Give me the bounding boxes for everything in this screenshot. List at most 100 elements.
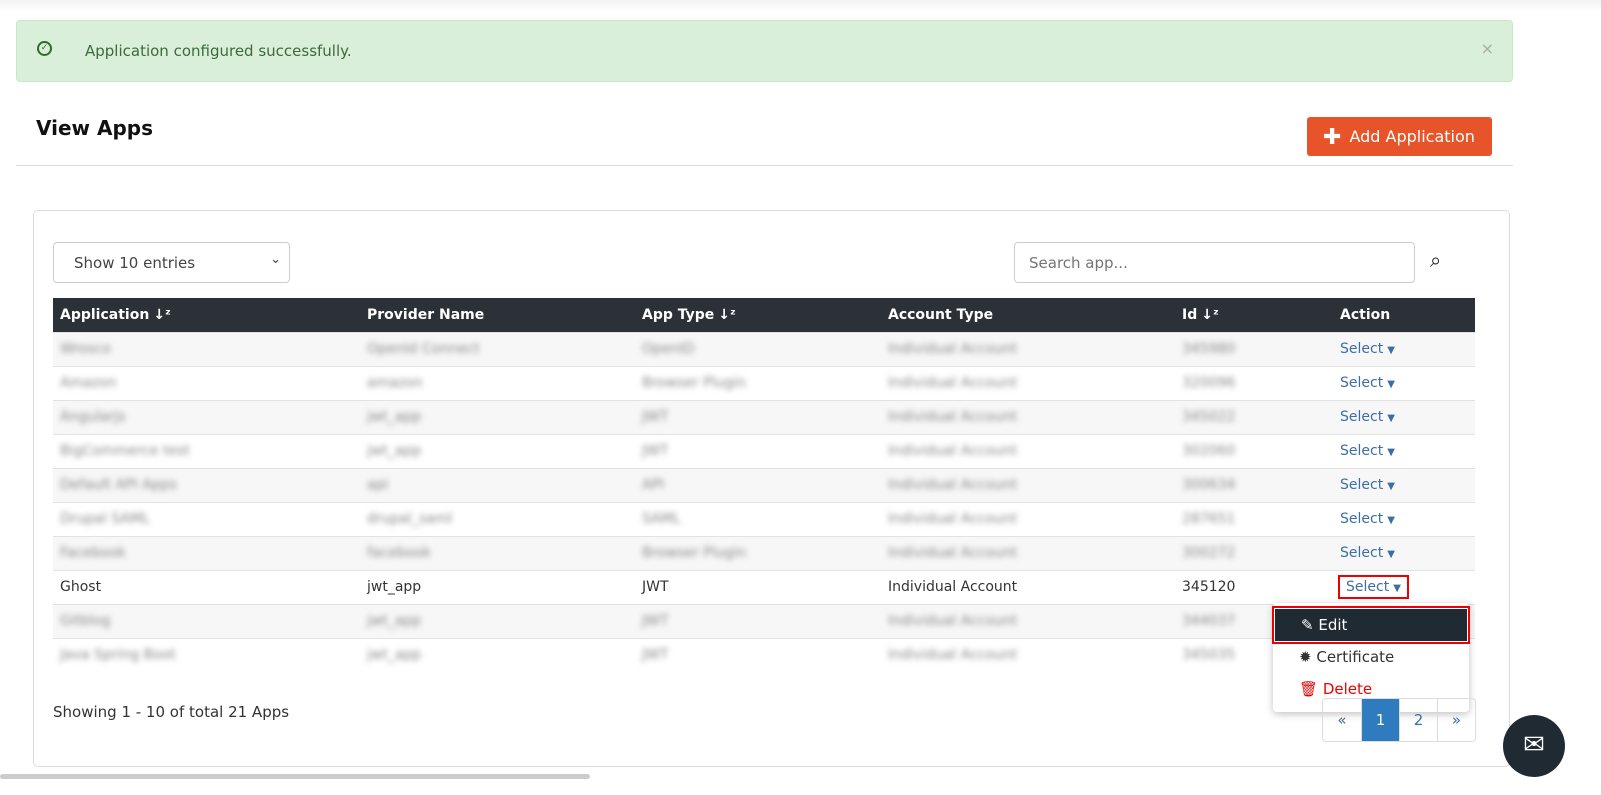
- top-shade: [0, 0, 1601, 12]
- cell-app: BigCommerce test: [53, 433, 360, 468]
- horizontal-scrollbar[interactable]: [0, 774, 590, 779]
- caret-down-icon: ▼: [1387, 549, 1395, 560]
- cell-account: Individual Account: [881, 501, 1175, 536]
- cell-account: Individual Account: [881, 331, 1175, 366]
- cell-provider: amazon: [360, 365, 635, 400]
- cell-action: Select▼: [1333, 501, 1475, 536]
- add-application-button[interactable]: ✚ Add Application: [1307, 117, 1492, 156]
- cell-account: Individual Account: [881, 603, 1175, 638]
- cell-id: 320096: [1175, 365, 1333, 400]
- cell-id: 302060: [1175, 433, 1333, 468]
- check-circle-icon: ✓: [37, 41, 52, 56]
- search-input[interactable]: [1014, 242, 1415, 283]
- cell-text: Wrosco: [60, 341, 111, 357]
- cell-provider: drupal_saml: [360, 501, 635, 536]
- page-prev[interactable]: «: [1323, 699, 1361, 741]
- plus-icon: ✚: [1323, 125, 1342, 150]
- cell-text: JWT: [642, 613, 669, 629]
- cell-id: 300272: [1175, 535, 1333, 570]
- table-row: Angularjs jwt_app JWT Individual Account 345…: [53, 399, 1475, 434]
- cell-text: 345022: [1182, 409, 1236, 425]
- menu-item-certificate[interactable]: ✹ Certificate: [1273, 641, 1469, 673]
- cell-text: Individual Account: [888, 545, 1018, 561]
- cell-account: Individual Account: [881, 433, 1175, 468]
- cell-action: Select▼: [1333, 365, 1475, 400]
- select-action-dropdown[interactable]: Select▼: [1340, 341, 1395, 357]
- select-action-dropdown[interactable]: Select▼: [1340, 545, 1395, 561]
- cell-app: Default API Apps: [53, 467, 360, 502]
- cell-text: JWT: [642, 443, 669, 459]
- pagination-info: Showing 1 - 10 of total 21 Apps: [53, 703, 290, 721]
- sort-icon[interactable]: ↓ᶻ: [1201, 307, 1219, 323]
- column-header[interactable]: App Type ↓ᶻ: [635, 298, 881, 332]
- delete-label: Delete: [1322, 680, 1373, 698]
- select-action-dropdown[interactable]: Select▼: [1340, 375, 1395, 391]
- column-header: Account Type: [881, 298, 1175, 332]
- cell-action: Select▼: [1333, 467, 1475, 502]
- cell-text: Amazon: [60, 375, 117, 391]
- select-label: Select: [1340, 443, 1384, 459]
- cell-id: 345980: [1175, 331, 1333, 366]
- menu-item-edit[interactable]: ✎ Edit: [1272, 606, 1470, 644]
- edit-icon: ✎: [1301, 616, 1319, 634]
- cell-account: Individual Account: [881, 535, 1175, 570]
- caret-down-icon: ▼: [1387, 413, 1395, 424]
- cell-app: Gitblog: [53, 603, 360, 638]
- action-dropdown-menu: ✎ Edit ✹ Certificate 🗑 Delete: [1272, 603, 1470, 712]
- search-icon[interactable]: ⌕: [1430, 248, 1441, 272]
- cell-text: JWT: [642, 579, 669, 595]
- caret-down-icon: ▼: [1387, 345, 1395, 356]
- chevron-down-icon: ⌄: [270, 252, 281, 267]
- table-row: Amazon amazon Browser Plugin Individual Acc…: [53, 365, 1475, 400]
- cell-text: Individual Account: [888, 511, 1018, 527]
- page-title: View Apps: [36, 116, 154, 140]
- select-action-dropdown[interactable]: Select▼: [1340, 409, 1395, 425]
- cell-type: JWT: [635, 637, 881, 672]
- cell-provider: jwt_app: [360, 433, 635, 468]
- column-header: Provider Name: [360, 298, 635, 332]
- cell-text: 344037: [1182, 613, 1236, 629]
- column-header: Action: [1333, 298, 1475, 332]
- mail-chat-button[interactable]: ✉: [1503, 715, 1565, 777]
- close-icon[interactable]: ×: [1481, 39, 1494, 58]
- cell-app: Facebook: [53, 535, 360, 570]
- alert-message: Application configured successfully.: [85, 42, 352, 60]
- cell-id: 345022: [1175, 399, 1333, 434]
- cell-text: JWT: [642, 409, 669, 425]
- cell-type: JWT: [635, 433, 881, 468]
- column-label: Application: [60, 306, 150, 323]
- cell-provider: api: [360, 467, 635, 502]
- caret-down-icon: ▼: [1387, 379, 1395, 390]
- page-2[interactable]: 2: [1399, 699, 1437, 741]
- select-label: Select: [1346, 579, 1390, 595]
- page-1[interactable]: 1: [1361, 699, 1399, 741]
- caret-down-icon: ▼: [1387, 481, 1395, 492]
- column-header[interactable]: Application ↓ᶻ: [53, 298, 360, 332]
- column-header[interactable]: Id ↓ᶻ: [1175, 298, 1333, 332]
- sort-icon[interactable]: ↓ᶻ: [718, 307, 736, 323]
- page-next[interactable]: »: [1437, 699, 1475, 741]
- cell-app: Angularjs: [53, 399, 360, 434]
- cell-provider: jwt_app: [360, 603, 635, 638]
- select-action-dropdown[interactable]: Select▼: [1340, 443, 1395, 459]
- cell-text: SAML: [642, 511, 681, 527]
- entries-select[interactable]: Show 10 entries ⌄: [53, 242, 290, 283]
- cell-provider: jwt_app: [360, 399, 635, 434]
- cell-text: drupal_saml: [367, 511, 453, 527]
- cell-text: amazon: [367, 375, 423, 391]
- cell-id: 345120: [1175, 569, 1333, 604]
- cell-account: Individual Account: [881, 365, 1175, 400]
- select-action-dropdown[interactable]: Select▼: [1338, 575, 1409, 599]
- cell-text: api: [367, 477, 389, 493]
- select-action-dropdown[interactable]: Select▼: [1340, 477, 1395, 493]
- cell-text: 320096: [1182, 375, 1236, 391]
- cell-text: Browser Plugin: [642, 545, 747, 561]
- cell-text: 287651: [1182, 511, 1236, 527]
- cell-text: Individual Account: [888, 477, 1018, 493]
- select-action-dropdown[interactable]: Select▼: [1340, 511, 1395, 527]
- cell-app: Drupal SAML: [53, 501, 360, 536]
- select-label: Select: [1340, 409, 1384, 425]
- cell-provider: jwt_app: [360, 569, 635, 604]
- sort-icon[interactable]: ↓ᶻ: [153, 307, 171, 323]
- cell-account: Individual Account: [881, 569, 1175, 604]
